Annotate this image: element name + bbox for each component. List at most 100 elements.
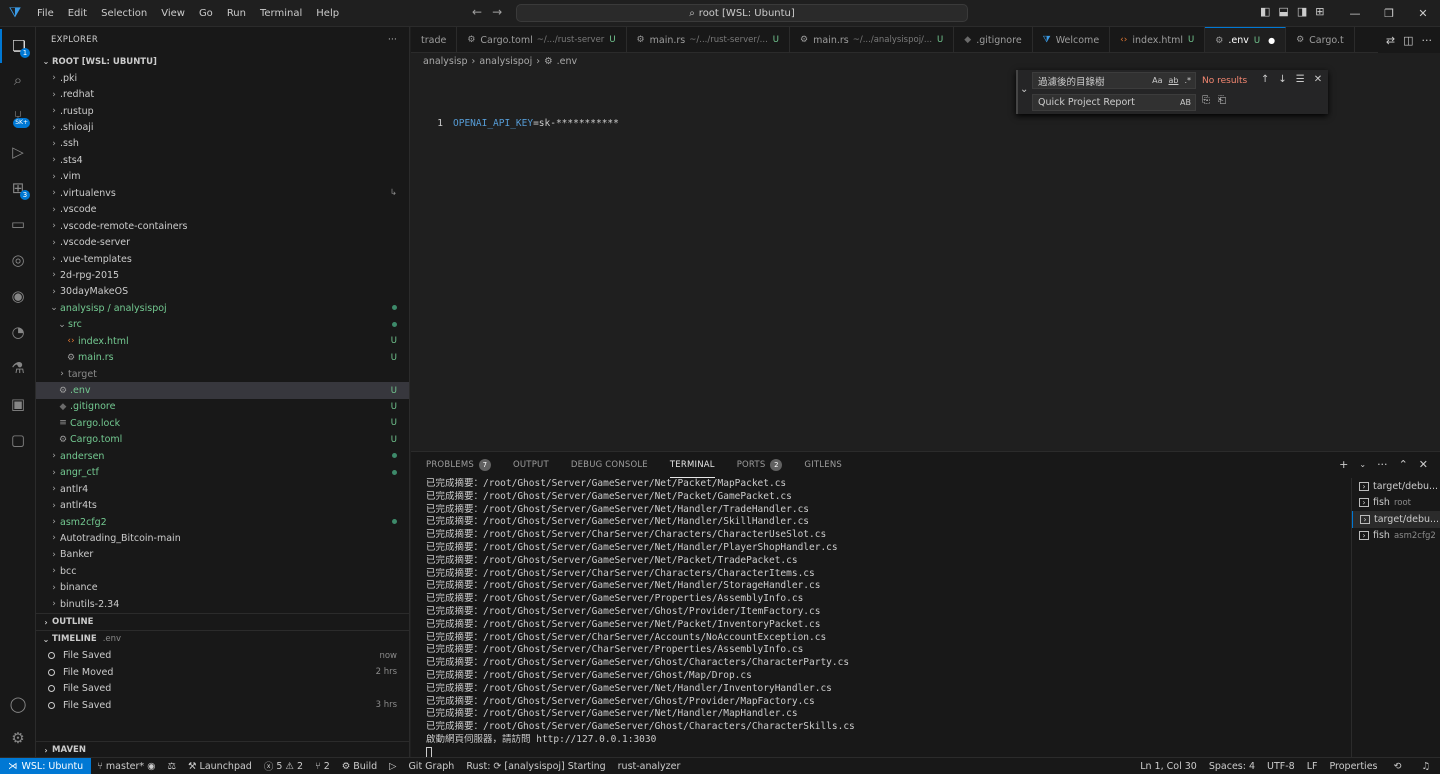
tab-trade[interactable]: trade	[411, 27, 458, 52]
indentation[interactable]: Spaces: 4	[1203, 761, 1261, 772]
close-find-icon[interactable]: ✕	[1314, 74, 1322, 85]
project-manager-icon[interactable]: ▣	[0, 387, 36, 421]
panel-tab-problems[interactable]: PROBLEMS 7	[426, 452, 491, 478]
tree-item-vue-templates[interactable]: › .vue-templates	[36, 251, 409, 267]
tree-item-vscode-server[interactable]: › .vscode-server	[36, 234, 409, 250]
tree-item-rustup[interactable]: › .rustup	[36, 103, 409, 119]
more-actions-icon[interactable]: ···	[388, 35, 397, 45]
rust-analyzer-status[interactable]: rust-analyzer	[612, 761, 687, 772]
properties-mode[interactable]: Properties	[1323, 761, 1383, 772]
tree-item-ssh[interactable]: › .ssh	[36, 136, 409, 152]
problems-indicator[interactable]: ⓧ 5 ⚠ 2	[258, 759, 309, 774]
remote-indicator[interactable]: ⋊ WSL: Ubuntu	[0, 757, 92, 774]
chat-icon[interactable]: ▢	[0, 423, 36, 457]
run-button[interactable]: ▷	[383, 761, 402, 772]
terminal-instance[interactable]: › fish root	[1352, 495, 1440, 512]
menu-help[interactable]: Help	[309, 0, 346, 27]
tree-item-cargo-toml[interactable]: ⚙ Cargo.toml U	[36, 432, 409, 448]
timeline-icon[interactable]: ◔	[0, 315, 36, 349]
tab-gitignore[interactable]: ◆ .gitignore	[954, 27, 1033, 52]
terminal-instance[interactable]: › fish asm2cfg2	[1352, 528, 1440, 545]
terminal-dropdown-icon[interactable]: ⌄	[1359, 458, 1366, 472]
tab-main-rs[interactable]: ⚙ main.rs ~/.../analysispoj/... U	[790, 27, 955, 52]
timeline-item[interactable]: File Saved now	[36, 647, 409, 664]
menu-view[interactable]: View	[154, 0, 192, 27]
panel-tab-terminal[interactable]: TERMINAL	[669, 452, 715, 478]
find-input[interactable]: 過濾後的目錄樹 Aa ab .*	[1032, 72, 1196, 89]
tree-item-shioaji[interactable]: › .shioaji	[36, 119, 409, 135]
maven-header[interactable]: › MAVEN	[36, 741, 410, 758]
menu-file[interactable]: File	[30, 0, 61, 27]
timeline-item[interactable]: File Saved 3 hrs	[36, 697, 409, 714]
git-graph-button[interactable]: Git Graph	[402, 761, 460, 772]
panel-tab-output[interactable]: OUTPUT	[513, 452, 549, 478]
tree-item-banker[interactable]: › Banker	[36, 547, 409, 563]
tree-item-sts4[interactable]: › .sts4	[36, 152, 409, 168]
replace-input[interactable]: Quick Project Report AB	[1032, 94, 1196, 111]
docker-icon[interactable]: ◉	[0, 279, 36, 313]
tree-item-antlr4ts[interactable]: › antlr4ts	[36, 497, 409, 513]
forward-arrow-icon[interactable]: →	[492, 5, 502, 19]
tree-item-antlr4[interactable]: › antlr4	[36, 481, 409, 497]
ports-indicator[interactable]: ⑂ 2	[309, 761, 336, 772]
restore-icon[interactable]: ❐	[1372, 0, 1406, 27]
gitlens-icon[interactable]: ◎	[0, 243, 36, 277]
branch-indicator[interactable]: ⑂ master* ◉	[91, 761, 161, 772]
regex-toggle[interactable]: .*	[1184, 76, 1191, 85]
match-case-toggle[interactable]: Aa	[1152, 76, 1162, 85]
encoding[interactable]: UTF-8	[1261, 761, 1301, 772]
testing-icon[interactable]: ⚗	[0, 351, 36, 385]
remote-explorer-icon[interactable]: ▭	[0, 207, 36, 241]
tab-index-html[interactable]: ‹› index.html U	[1110, 27, 1206, 52]
menu-edit[interactable]: Edit	[61, 0, 94, 27]
tree-item-autotrading-bitcoin-main[interactable]: › Autotrading_Bitcoin-main	[36, 530, 409, 546]
rust-status[interactable]: Rust: ⟳ [analysispoj] Starting	[460, 761, 611, 772]
root-folder-header[interactable]: ⌄ ROOT [WSL: UBUNTU]	[36, 53, 409, 70]
split-editor-icon[interactable]: ◫	[1403, 34, 1413, 47]
explorer-icon[interactable]: ❏ 1	[0, 29, 36, 63]
panel-tab-ports[interactable]: PORTS 2	[737, 452, 783, 478]
tree-item-angr-ctf[interactable]: › angr_ctf	[36, 465, 409, 481]
minimize-icon[interactable]: —	[1338, 0, 1372, 27]
gitlens-status[interactable]: ⚖	[161, 761, 182, 772]
account-icon[interactable]: ◯	[0, 687, 36, 721]
next-match-icon[interactable]: ↓	[1278, 74, 1286, 85]
previous-match-icon[interactable]: ↑	[1261, 74, 1269, 85]
build-button[interactable]: ⚙ Build	[336, 761, 383, 772]
menu-run[interactable]: Run	[220, 0, 253, 27]
tree-item-redhat[interactable]: › .redhat	[36, 86, 409, 102]
tree-item-main-rs[interactable]: ⚙ main.rs U	[36, 349, 409, 365]
panel-tab-gitlens[interactable]: GITLENS	[804, 452, 842, 478]
breadcrumb-item[interactable]: analysisp	[423, 56, 468, 67]
tree-item-src[interactable]: ⌄ src	[36, 317, 409, 333]
tab-env[interactable]: ⚙ .env U ●	[1205, 27, 1287, 52]
customize-layout-icon[interactable]: ⊞	[1315, 5, 1324, 18]
toggle-replace-chevron-icon[interactable]: ⌄	[1020, 84, 1028, 95]
tree-item-30daymakeos[interactable]: › 30dayMakeOS	[36, 284, 409, 300]
tree-item-2d-rpg-2015[interactable]: › 2d-rpg-2015	[36, 267, 409, 283]
replace-icon[interactable]: ⎘	[1202, 95, 1210, 106]
timeline-header[interactable]: ⌄ TIMELINE .env	[36, 630, 409, 647]
tree-item-vscode[interactable]: › .vscode	[36, 202, 409, 218]
tree-item-andersen[interactable]: › andersen	[36, 448, 409, 464]
command-center[interactable]: ⌕ root [WSL: Ubuntu]	[516, 4, 968, 22]
tab-welcome[interactable]: ⧩ Welcome	[1033, 27, 1111, 52]
unsaved-dot-icon[interactable]: ●	[1268, 36, 1275, 45]
extensions-icon[interactable]: ⊞ 3	[0, 171, 36, 205]
timeline-item[interactable]: File Saved	[36, 680, 409, 697]
tree-item-binutils-2-34[interactable]: › binutils-2.34	[36, 596, 409, 612]
panel-tab-debug-console[interactable]: DEBUG CONSOLE	[571, 452, 648, 478]
match-word-toggle[interactable]: ab	[1168, 76, 1178, 85]
find-in-selection-icon[interactable]: ☰	[1296, 74, 1305, 85]
more-actions-icon[interactable]: ···	[1377, 458, 1388, 472]
tab-cargo-t[interactable]: ⚙ Cargo.t	[1286, 27, 1355, 52]
outline-header[interactable]: › OUTLINE	[36, 613, 409, 630]
tree-item-analysisp-analysispoj[interactable]: ⌄ analysisp / analysispoj	[36, 300, 409, 316]
replace-all-icon[interactable]: ⎗	[1218, 95, 1226, 106]
menu-go[interactable]: Go	[192, 0, 220, 27]
tree-item-index-html[interactable]: ‹› index.html U	[36, 333, 409, 349]
tree-item-binance[interactable]: › binance	[36, 580, 409, 596]
back-arrow-icon[interactable]: ←	[472, 5, 482, 19]
tree-item-bcc[interactable]: › bcc	[36, 563, 409, 579]
menu-selection[interactable]: Selection	[94, 0, 154, 27]
